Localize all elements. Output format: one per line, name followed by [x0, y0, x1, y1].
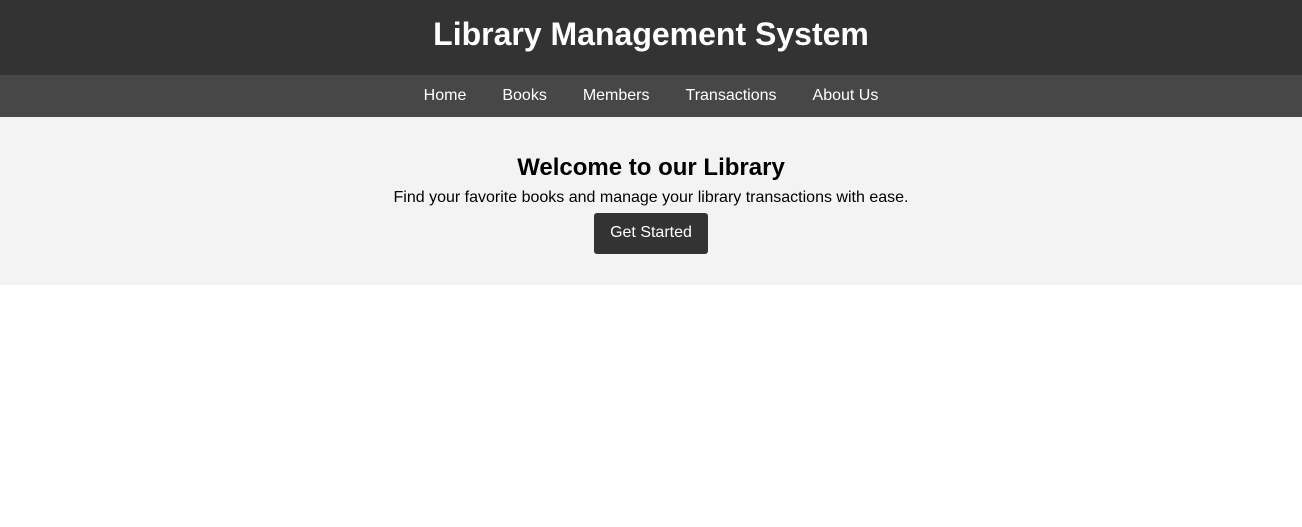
get-started-button[interactable]: Get Started — [594, 212, 708, 254]
nav-link-transactions[interactable]: Transactions — [686, 88, 777, 104]
page-body — [0, 285, 1302, 527]
site-title: Library Management System — [433, 15, 869, 52]
site-header: Library Management System — [0, 0, 1302, 75]
hero-subtitle: Find your favorite books and manage your… — [393, 189, 909, 207]
nav-link-books[interactable]: Books — [502, 88, 546, 104]
hero-title: Welcome to our Library — [517, 154, 785, 181]
hero-section: Welcome to our Library Find your favorit… — [0, 117, 1302, 285]
nav-link-about-us[interactable]: About Us — [813, 88, 879, 104]
nav-link-home[interactable]: Home — [424, 88, 467, 104]
nav-link-members[interactable]: Members — [583, 88, 650, 104]
main-nav: Home Books Members Transactions About Us — [0, 75, 1302, 117]
